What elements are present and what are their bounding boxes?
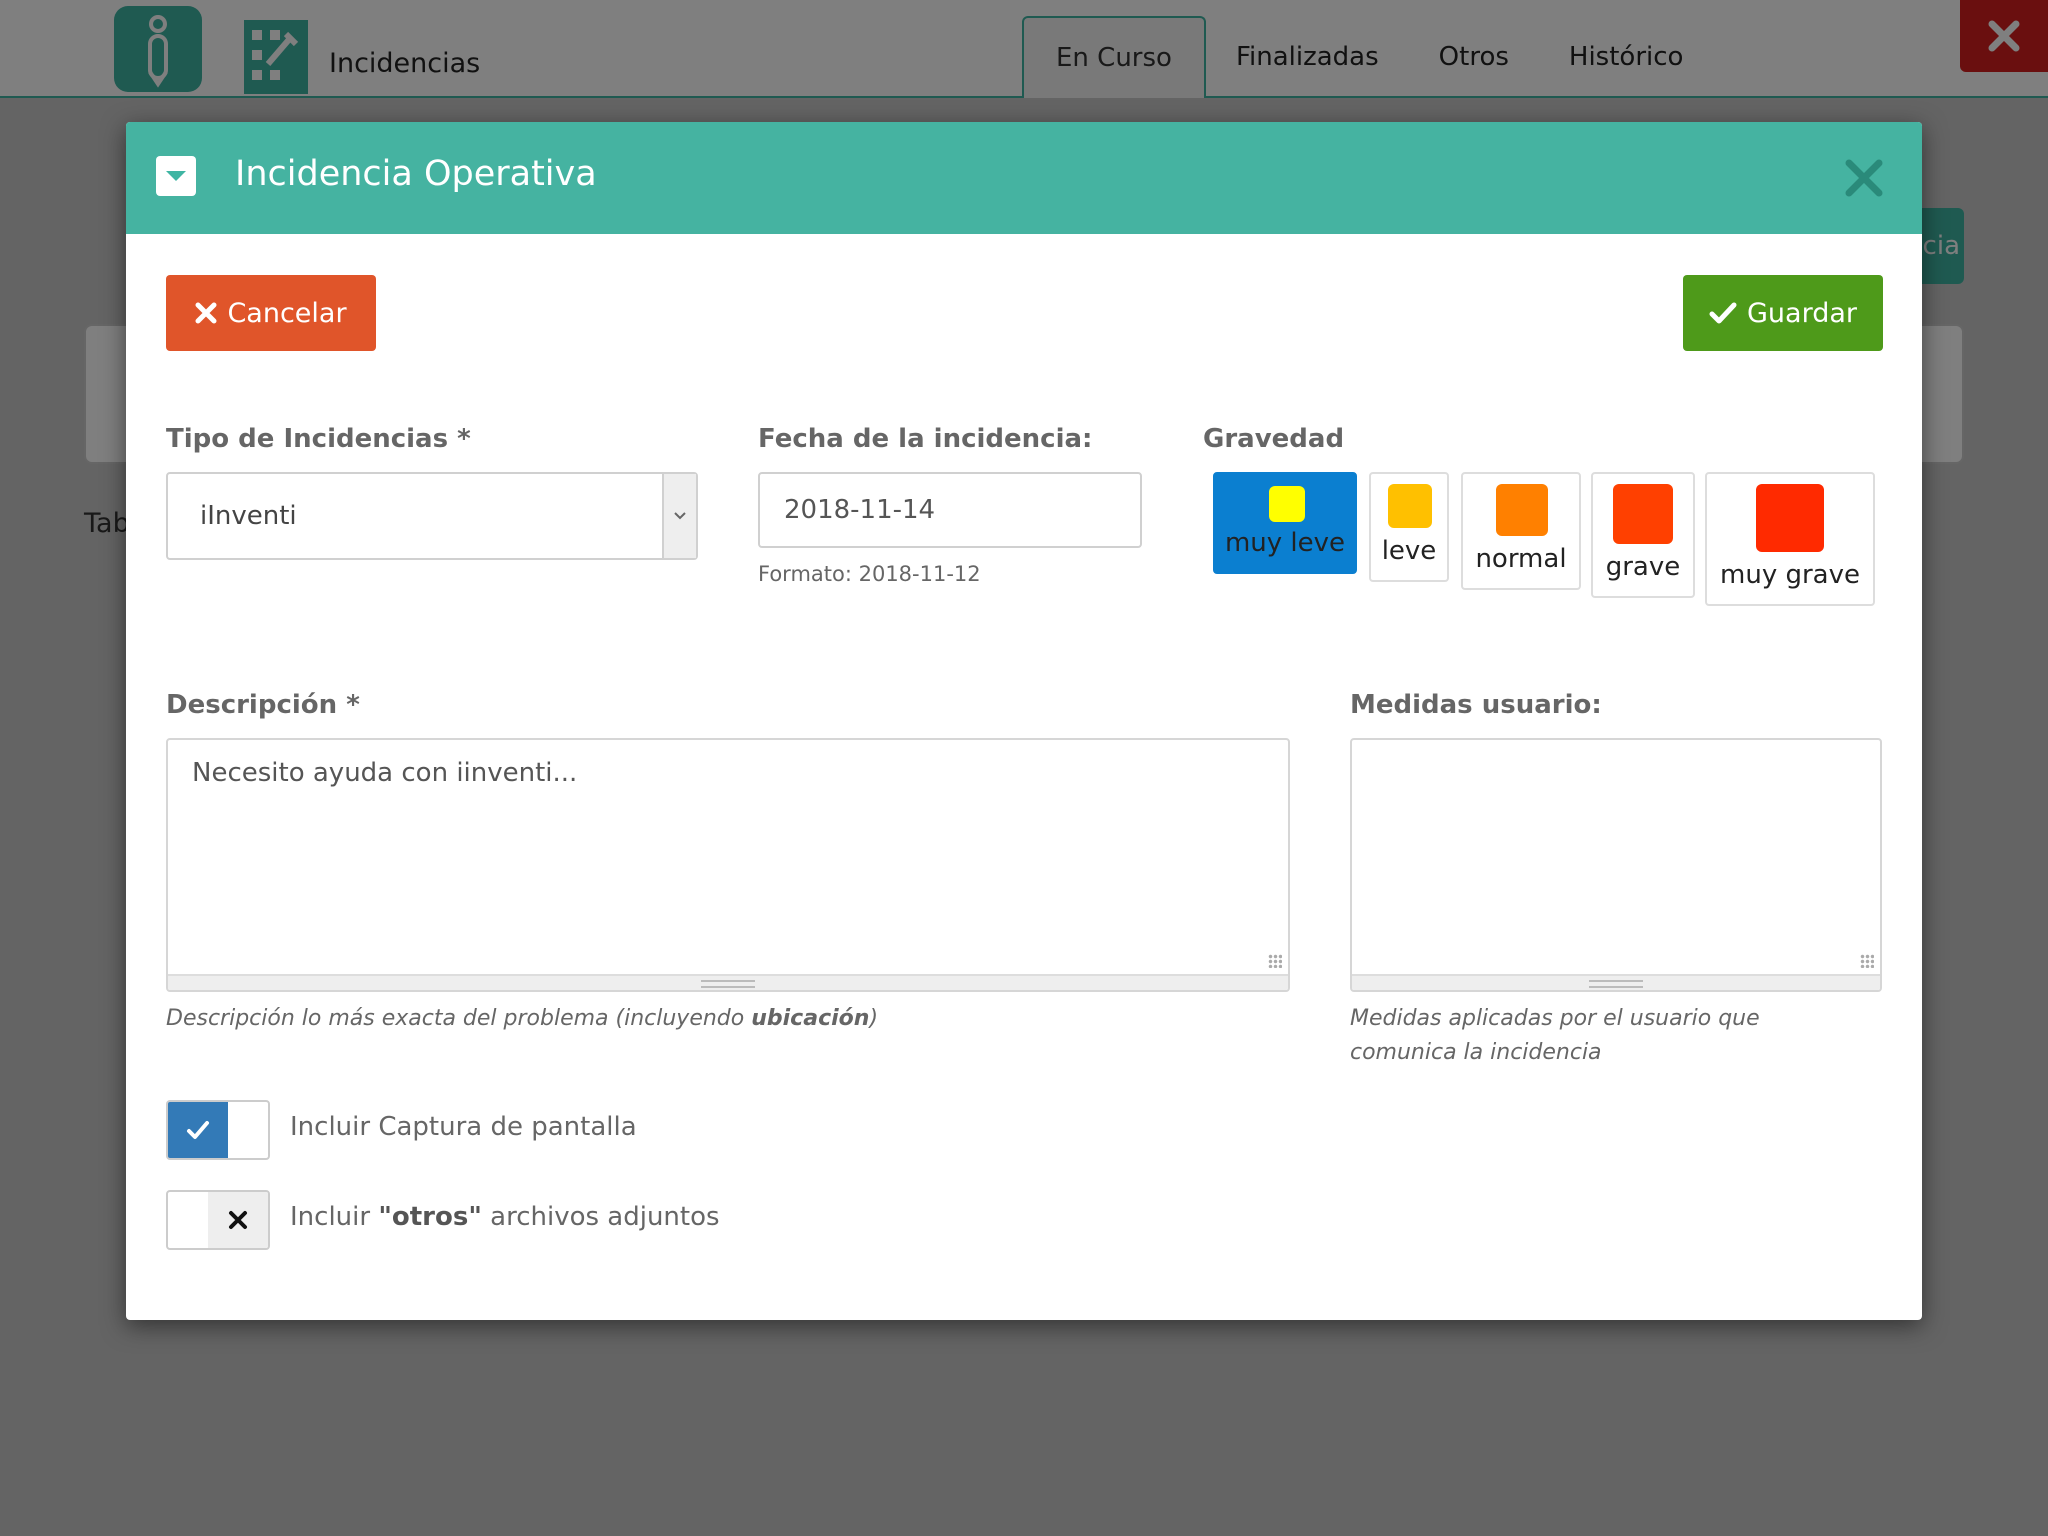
descripcion-placeholder: Necesito ayuda con iinventi... <box>192 758 578 788</box>
tipo-select[interactable]: iInventi <box>166 472 698 560</box>
fecha-help: Formato: 2018-11-12 <box>758 562 981 586</box>
captura-toggle[interactable] <box>166 1100 270 1160</box>
medidas-help: Medidas aplicadas por el usuario que com… <box>1350 1006 1760 1065</box>
gravedad-swatch <box>1269 486 1305 522</box>
descripcion-textarea[interactable]: Necesito ayuda con iinventi... <box>166 738 1290 992</box>
descripcion-help: Descripción lo más exacta del problema (… <box>166 1006 879 1031</box>
times-icon <box>208 1192 268 1248</box>
gravedad-option-leve[interactable]: leve <box>1369 472 1449 582</box>
modal-header: Incidencia Operativa <box>126 122 1922 234</box>
gravedad-option-label: normal <box>1475 544 1567 574</box>
otros-label: Incluir "otros" archivos adjuntos <box>290 1202 720 1232</box>
check-icon <box>1709 302 1737 324</box>
captura-label: Incluir Captura de pantalla <box>290 1112 637 1142</box>
fecha-input[interactable] <box>758 472 1142 548</box>
gravedad-swatch <box>1388 484 1432 528</box>
chevron-down-icon <box>662 474 696 558</box>
incidencia-modal: Incidencia Operativa Cancelar Guardar Ti… <box>126 122 1922 1320</box>
otros-toggle[interactable] <box>166 1190 270 1250</box>
modal-close-icon[interactable] <box>1842 156 1886 200</box>
save-button[interactable]: Guardar <box>1683 275 1883 351</box>
textarea-resize-bar[interactable] <box>1352 974 1880 990</box>
gravedad-option-normal[interactable]: normal <box>1461 472 1581 590</box>
resize-grip-icon[interactable] <box>1268 954 1282 968</box>
check-icon <box>168 1102 228 1158</box>
textarea-resize-bar[interactable] <box>168 974 1288 990</box>
gravedad-swatch <box>1613 484 1673 544</box>
modal-title: Incidencia Operativa <box>235 154 597 194</box>
times-icon <box>195 302 217 324</box>
gravedad-option-muy-grave[interactable]: muy grave <box>1705 472 1875 606</box>
gravedad-swatch <box>1496 484 1548 536</box>
collapse-caret-icon[interactable] <box>156 156 196 196</box>
gravedad-option-muy-leve[interactable]: muy leve <box>1213 472 1357 574</box>
save-label: Guardar <box>1747 297 1857 329</box>
gravedad-option-label: muy leve <box>1224 528 1346 558</box>
descripcion-label: Descripción * <box>166 690 360 720</box>
medidas-label: Medidas usuario: <box>1350 690 1602 720</box>
fecha-label: Fecha de la incidencia: <box>758 424 1093 454</box>
medidas-textarea[interactable] <box>1350 738 1882 992</box>
gravedad-option-label: grave <box>1605 552 1681 582</box>
tipo-label: Tipo de Incidencias * <box>166 424 471 454</box>
gravedad-swatch <box>1756 484 1824 552</box>
resize-grip-icon[interactable] <box>1860 954 1874 968</box>
gravedad-option-label: leve <box>1381 536 1437 566</box>
cancel-label: Cancelar <box>227 297 347 329</box>
gravedad-label: Gravedad <box>1203 424 1345 454</box>
cancel-button[interactable]: Cancelar <box>166 275 376 351</box>
gravedad-option-label: muy grave <box>1720 560 1860 590</box>
gravedad-option-grave[interactable]: grave <box>1591 472 1695 598</box>
tipo-select-value: iInventi <box>200 501 297 531</box>
